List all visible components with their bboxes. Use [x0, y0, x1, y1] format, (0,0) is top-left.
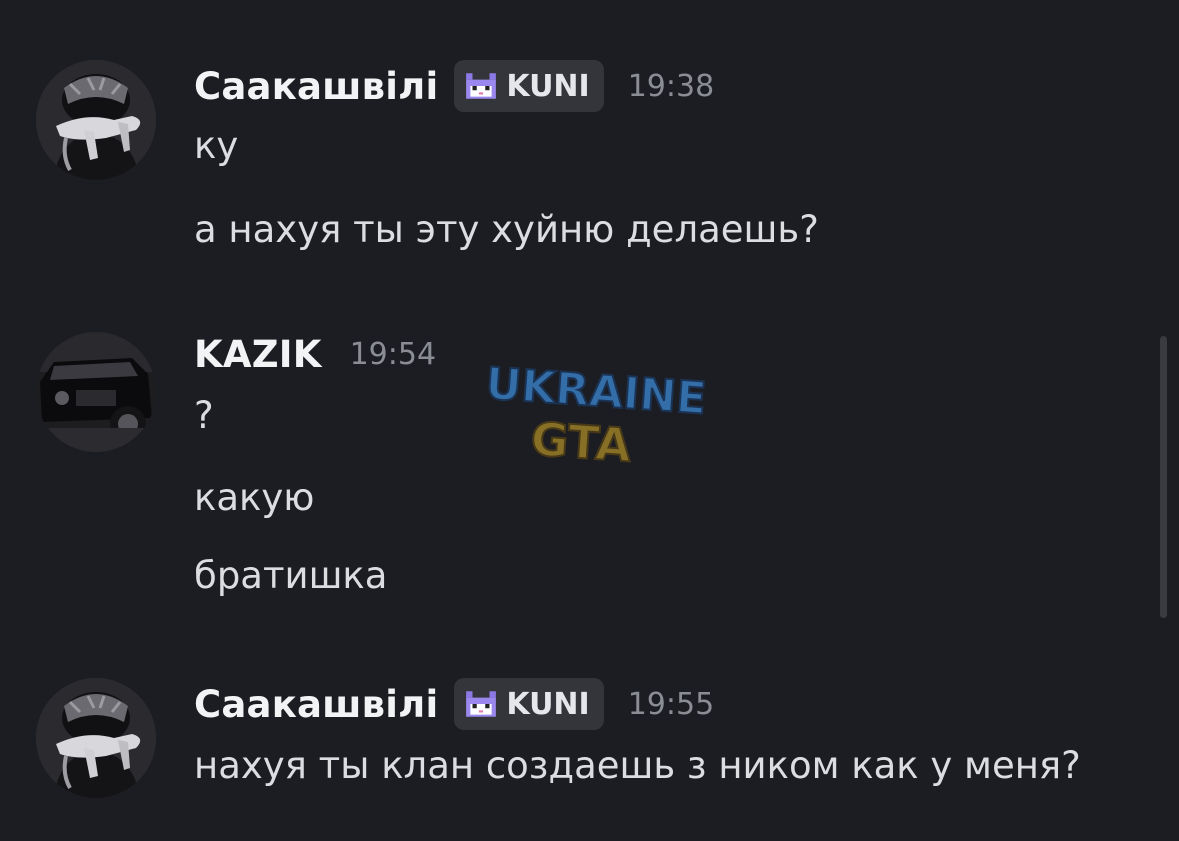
username[interactable]: KAZIK	[194, 333, 322, 376]
scrollbar[interactable]	[1160, 336, 1167, 618]
username[interactable]: Саакашвілі	[194, 65, 438, 108]
pixel-cat-icon	[466, 691, 497, 717]
watermark-logo: UKRAINE GTA	[484, 358, 706, 474]
pixel-cat-icon	[466, 73, 497, 99]
chat-view: Саакашвілі KUNI 19:38 ку а нахуя ты эту …	[0, 0, 1179, 841]
watermark-line2: GTA	[529, 412, 633, 473]
clan-tag-label: KUNI	[506, 686, 590, 722]
avatar[interactable]	[36, 332, 156, 452]
message-text[interactable]: а нахуя ты эту хуйню делаешь?	[194, 206, 819, 254]
clan-tag-label: KUNI	[506, 68, 590, 104]
clan-tag[interactable]: KUNI	[454, 60, 604, 112]
timestamp: 19:38	[627, 68, 715, 104]
clan-tag[interactable]: KUNI	[454, 678, 604, 730]
message-header: KAZIK 19:54	[194, 326, 436, 382]
message-text[interactable]: какую	[194, 474, 314, 522]
message-text[interactable]: ?	[194, 392, 214, 440]
message-text[interactable]: братишка	[194, 552, 387, 600]
watermark-line1: UKRAINE	[484, 358, 706, 424]
avatar[interactable]	[36, 678, 156, 798]
message-header: Саакашвілі KUNI 19:38	[194, 58, 714, 114]
message-header: Саакашвілі KUNI 19:55	[194, 676, 714, 732]
avatar[interactable]	[36, 60, 156, 180]
timestamp: 19:54	[349, 336, 437, 372]
message-text[interactable]: нахуя ты клан создаешь з ником как у мен…	[194, 742, 1081, 790]
username[interactable]: Саакашвілі	[194, 683, 438, 726]
message-text[interactable]: ку	[194, 122, 238, 170]
timestamp: 19:55	[627, 686, 715, 722]
